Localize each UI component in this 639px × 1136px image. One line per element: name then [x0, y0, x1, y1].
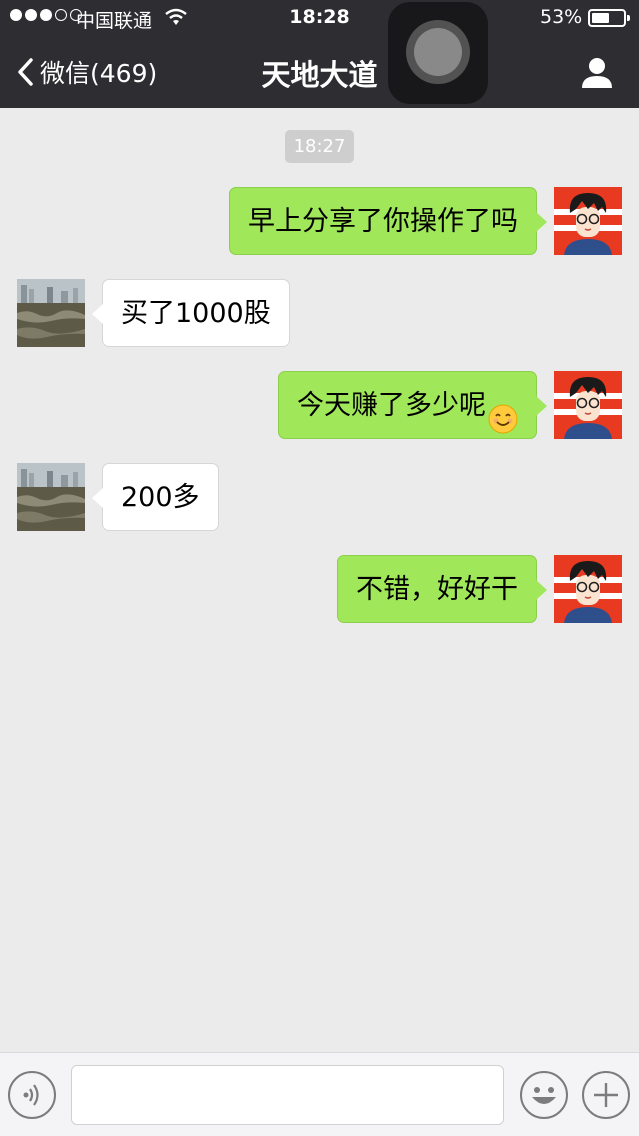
message-text: 买了1000股: [121, 298, 271, 329]
contact-avatar[interactable]: [17, 463, 85, 531]
input-bar: [0, 1052, 639, 1136]
message-text: 早上分享了你操作了吗: [248, 206, 518, 237]
emoji-face-icon[interactable]: [520, 1071, 568, 1119]
message-bubble-sent[interactable]: 不错，好好干: [337, 555, 547, 623]
battery-fill: [592, 13, 609, 23]
smiling-face-emoji: [488, 392, 518, 433]
battery-icon: [588, 9, 630, 27]
message-text: 不错，好好干: [356, 574, 518, 605]
top-bar: 中国联通 18:28 53% 微信(469) 天地大道: [0, 0, 639, 108]
message-text: 200多: [121, 482, 200, 513]
my-avatar[interactable]: [554, 187, 622, 255]
voice-icon[interactable]: [8, 1071, 56, 1119]
message-bubble-received[interactable]: 200多: [92, 463, 219, 531]
assistive-touch-button[interactable]: [388, 2, 488, 104]
my-avatar[interactable]: [554, 555, 622, 623]
message-input[interactable]: [71, 1065, 504, 1125]
chat-title: 天地大道: [261, 58, 378, 92]
navigation-bar: 微信(469) 天地大道: [0, 36, 639, 108]
message-bubble-received[interactable]: 买了1000股: [92, 279, 290, 347]
message-text: 今天赚了多少呢: [297, 390, 486, 421]
message-bubble-sent[interactable]: 早上分享了你操作了吗: [229, 187, 547, 255]
contact-avatar[interactable]: [17, 279, 85, 347]
person-icon[interactable]: [578, 54, 616, 92]
battery-percent: 53%: [540, 6, 583, 28]
timestamp-chip: 18:27: [285, 130, 354, 163]
status-bar: 中国联通 18:28 53%: [0, 0, 639, 36]
my-avatar[interactable]: [554, 371, 622, 439]
plus-icon[interactable]: [582, 1071, 630, 1119]
message-bubble-sent[interactable]: 今天赚了多少呢: [278, 371, 547, 439]
